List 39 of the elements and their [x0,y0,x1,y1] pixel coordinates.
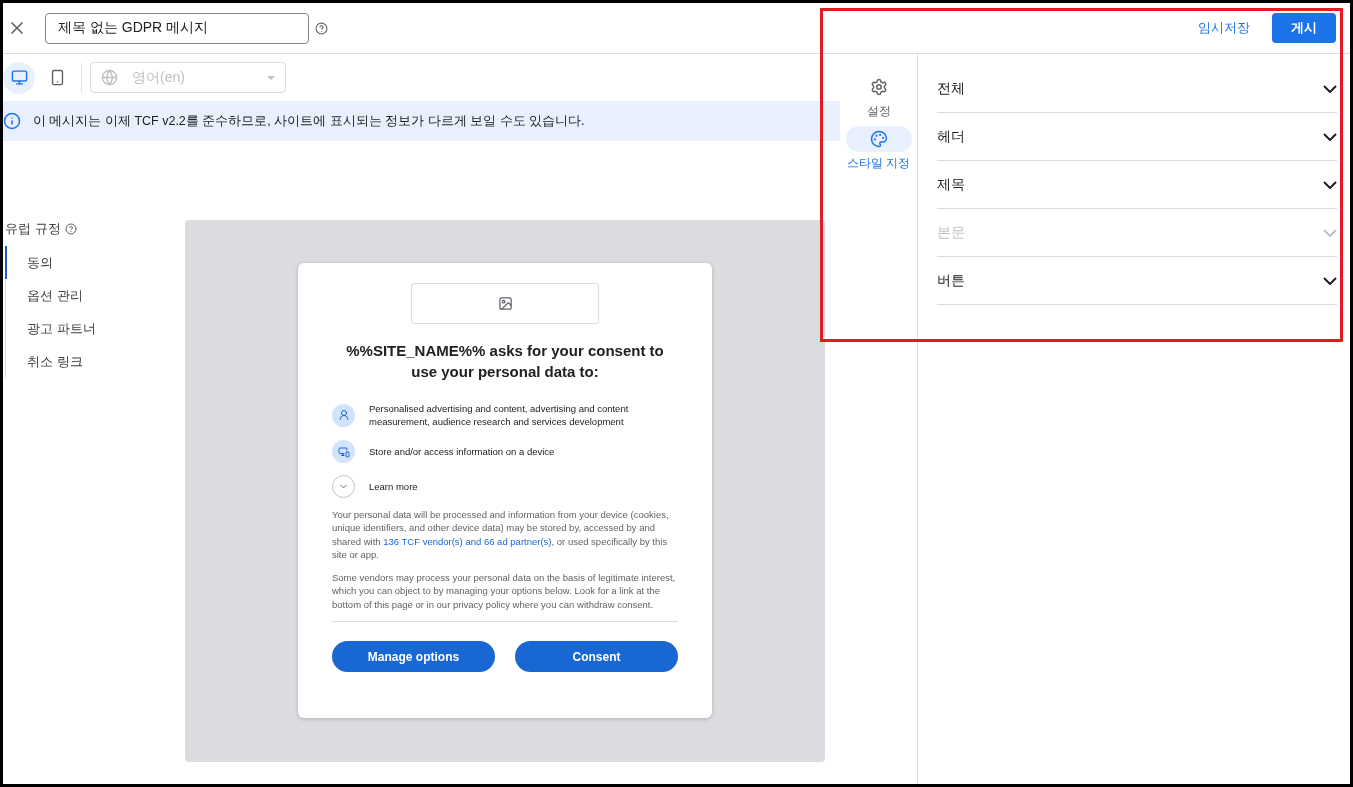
desktop-view-button[interactable] [3,61,35,94]
accordion-section[interactable]: 헤더 [937,113,1337,161]
legitimate-interest-paragraph: Some vendors may process your personal data on the basis of legitimate interest, which you can object to by managing your options below. Look for a link at the bottom of this page or in our privacy policy where you can withdraw consent. [332,571,677,612]
consent-action-button[interactable]: Manage options [332,641,495,673]
chevron-down-icon [1323,84,1337,93]
gear-icon [869,78,888,96]
nav-item[interactable]: 광고 파트너 [5,312,182,345]
dialog-heading: %%SITE_NAME%% asks for your consent to use your personal data to: [345,341,665,382]
chevron-down-icon [1323,132,1337,141]
caret-icon [267,75,275,80]
globe-icon [101,69,118,86]
banner-text: 이 메시지는 이제 TCF v2.2를 준수하므로, 사이트에 표시되는 정보가 다르게 보일 수도 있습니다. [33,112,585,130]
vendors-link[interactable]: 136 TCF vendor(s) and 66 ad partner(s) [383,535,552,547]
device-icon [332,440,355,463]
monitor-icon [10,69,28,86]
purpose-text: Personalised advertising and content, advertising and content measurement, audience research and services development [369,402,630,428]
save-draft-button[interactable]: 임시저장 [1188,13,1260,43]
help-icon[interactable] [315,21,328,35]
learn-more-text[interactable]: Learn more [369,480,418,493]
purpose-text: Store and/or access information on a device [369,445,555,458]
data-notice-paragraph: Your personal data will be processed and information from your device (cookies, unique identifiers, and other device data) may be stored by, accessed by and shared with 136 TCF vendor(s) and 66 ad partner(s), or used specifically by this site or app. [332,508,670,562]
help-icon[interactable] [64,223,77,235]
chevron-down-icon [1323,276,1337,285]
title-field[interactable]: 제목 없는 GDPR 메시지 [45,12,309,44]
nav-title: 유럽 규정 [5,220,61,238]
accordion-section[interactable]: 버튼 [937,257,1337,305]
nav-item[interactable]: 옵션 관리 [5,279,182,312]
chevron-down-icon [1323,180,1337,189]
accordion-section[interactable]: 제목 [937,161,1337,209]
consent-action-button[interactable]: Consent [515,641,678,673]
nav-item[interactable]: 동의 [5,246,182,279]
person-icon [332,403,355,427]
nav-item[interactable]: 취소 링크 [5,345,182,378]
publish-button[interactable]: 게시 [1272,13,1336,43]
info-icon [3,112,21,130]
rail-tab[interactable]: 설정 [845,74,912,120]
chevron-down-icon [1323,228,1337,237]
palette-icon [869,130,888,148]
accordion-section[interactable]: 전체 [937,65,1337,113]
